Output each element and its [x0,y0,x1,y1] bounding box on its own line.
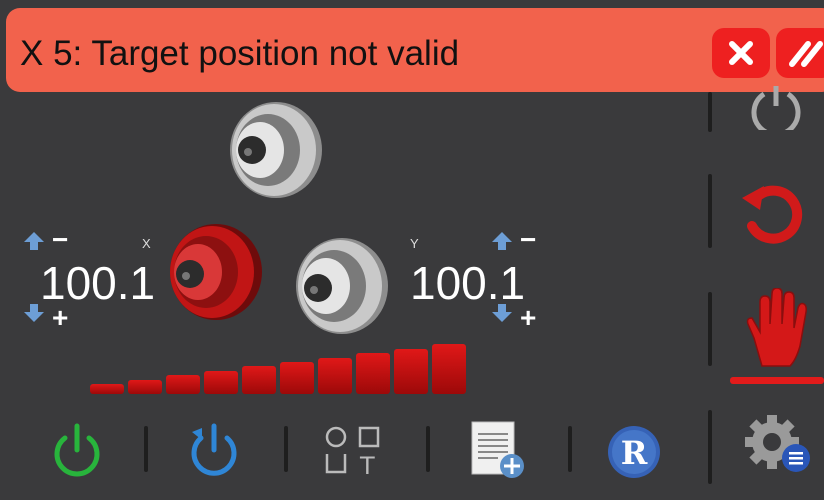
y-plus-button[interactable]: + [520,304,536,332]
separator [426,426,430,472]
speed-level-bar[interactable] [280,362,314,394]
speed-level-bar[interactable] [166,375,200,394]
y-increase-arrow-icon[interactable] [490,230,514,252]
alert-message: X 5: Target position not valid [20,34,460,73]
y-roller-icon[interactable] [286,234,390,338]
separator [568,426,572,472]
settings-gear-icon[interactable] [744,412,814,478]
x-decrease-arrow-icon[interactable] [22,302,46,324]
speed-level-bar[interactable] [242,366,276,394]
separator [708,92,712,132]
speed-level-bar[interactable] [128,379,162,394]
separator [144,426,148,472]
rotate-icon[interactable] [738,182,806,250]
speed-level-bar[interactable] [204,370,238,394]
x-roller-icon[interactable] [160,220,264,324]
close-icon [729,41,753,65]
speed-level-bar[interactable] [394,348,428,394]
y-decrease-arrow-icon[interactable] [490,302,514,324]
speed-level-bar[interactable] [432,344,466,394]
shape-letter: T [359,452,375,480]
separator [284,426,288,472]
separator [708,292,712,366]
x-increase-arrow-icon[interactable] [22,230,46,252]
speed-level-bar[interactable] [90,384,124,394]
power-on-icon[interactable] [50,422,104,480]
y-minus-button[interactable]: − [520,226,536,254]
manual-hand-icon[interactable] [740,288,808,368]
top-roller-icon[interactable] [220,98,324,202]
error-alert-bar: X 5: Target position not valid [6,8,824,92]
alert-close-button[interactable] [712,28,770,78]
separator [708,174,712,248]
alert-acknowledge-button[interactable] [776,28,824,78]
restart-icon[interactable] [186,422,242,480]
speed-level-bar[interactable] [318,357,352,394]
active-mode-indicator [730,377,824,384]
r-letter: R [621,434,648,472]
double-slash-icon [789,41,823,67]
power-icon[interactable] [746,86,806,130]
separator [708,426,712,472]
new-document-icon[interactable] [466,420,528,482]
main-panel: − X 100.1 + Y − 100.1 + T R [0,86,824,500]
speed-level-bar[interactable] [356,353,390,394]
y-axis-label: Y [410,236,419,251]
speed-level-bars[interactable] [90,342,470,394]
shapes-icon[interactable]: T [320,424,390,480]
r-logo-icon[interactable]: R [606,424,662,480]
x-plus-button[interactable]: + [52,304,68,332]
x-minus-button[interactable]: − [52,226,68,254]
x-axis-label: X [142,236,151,251]
